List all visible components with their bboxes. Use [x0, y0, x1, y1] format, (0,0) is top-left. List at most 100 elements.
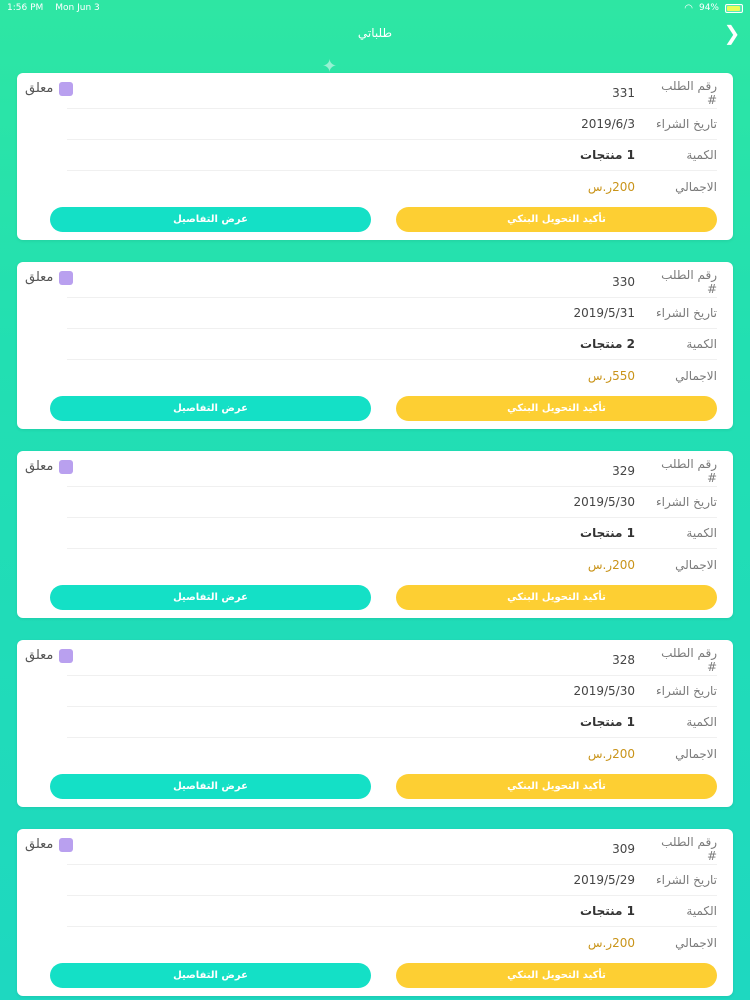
- purchase-date-value: 2019/5/31: [573, 306, 635, 320]
- order-card: رقم الطلب # 328 تاريخ الشراء 2019/5/30 ا…: [17, 640, 733, 807]
- order-number-label: رقم الطلب #: [661, 457, 717, 485]
- view-details-button[interactable]: عرض التفاصيل: [50, 963, 371, 988]
- status-bar: 1:56 PM Mon Jun 3 ◠ 94%: [0, 0, 750, 16]
- status-square-icon: [59, 81, 74, 96]
- purchase-date-row: تاريخ الشراء 2019/5/30: [67, 487, 717, 518]
- total-value: 200ر.س: [587, 935, 635, 950]
- quantity-value: 1 منتجات: [580, 904, 635, 918]
- quantity-label: الكمية: [686, 904, 717, 918]
- total-value: 200ر.س: [587, 746, 635, 761]
- purchase-date-label: تاريخ الشراء: [656, 495, 717, 509]
- order-card: رقم الطلب # 329 تاريخ الشراء 2019/5/30 ا…: [17, 451, 733, 618]
- purchase-date-value: 2019/5/30: [573, 684, 635, 698]
- total-label: الاجمالي: [675, 368, 717, 383]
- status-text: معلق: [25, 648, 54, 663]
- total-row: الاجمالي 200ر.س: [67, 738, 717, 769]
- total-row: الاجمالي 200ر.س: [67, 927, 717, 958]
- status-text: معلق: [25, 459, 54, 474]
- order-number-value: 328: [612, 653, 635, 667]
- status-square-icon: [59, 459, 74, 474]
- order-number-label: رقم الطلب #: [661, 268, 717, 296]
- status-badge: معلق: [25, 81, 74, 96]
- purchase-date-value: 2019/5/30: [573, 495, 635, 509]
- total-row: الاجمالي 200ر.س: [67, 171, 717, 202]
- total-value: 550ر.س: [587, 368, 635, 383]
- quantity-row: الكمية 1 منتجات: [67, 896, 717, 927]
- order-number-value: 331: [612, 86, 635, 100]
- purchase-date-row: تاريخ الشراء 2019/5/30: [67, 676, 717, 707]
- order-card: رقم الطلب # 331 تاريخ الشراء 2019/6/3 ال…: [17, 73, 733, 240]
- back-button[interactable]: ❯: [722, 21, 742, 45]
- total-row: الاجمالي 200ر.س: [67, 549, 717, 580]
- order-number-value: 309: [612, 842, 635, 856]
- view-details-button[interactable]: عرض التفاصيل: [50, 585, 371, 610]
- status-badge: معلق: [25, 270, 74, 285]
- purchase-date-row: تاريخ الشراء 2019/5/29: [67, 865, 717, 896]
- quantity-label: الكمية: [686, 148, 717, 162]
- order-number-value: 330: [612, 275, 635, 289]
- quantity-row: الكمية 2 منتجات: [67, 329, 717, 360]
- status-square-icon: [59, 270, 74, 285]
- battery-percent: 94%: [698, 3, 719, 13]
- total-label: الاجمالي: [675, 179, 717, 194]
- order-number-label: رقم الطلب #: [661, 835, 717, 863]
- order-number-row: رقم الطلب # 331: [67, 78, 717, 109]
- status-time: 1:56 PM: [7, 3, 44, 13]
- order-number-value: 329: [612, 464, 635, 478]
- quantity-value: 1 منتجات: [580, 148, 635, 162]
- confirm-bank-transfer-button[interactable]: تأكيد التحويل البنكي: [396, 396, 717, 421]
- order-card: رقم الطلب # 330 تاريخ الشراء 2019/5/31 ا…: [17, 262, 733, 429]
- order-number-row: رقم الطلب # 328: [67, 645, 717, 676]
- quantity-row: الكمية 1 منتجات: [67, 707, 717, 738]
- status-square-icon: [59, 837, 74, 852]
- purchase-date-label: تاريخ الشراء: [656, 684, 717, 698]
- order-number-row: رقم الطلب # 330: [67, 267, 717, 298]
- battery-icon: [725, 3, 743, 13]
- confirm-bank-transfer-button[interactable]: تأكيد التحويل البنكي: [396, 207, 717, 232]
- purchase-date-value: 2019/5/29: [573, 873, 635, 887]
- total-value: 200ر.س: [587, 557, 635, 572]
- status-text: معلق: [25, 81, 54, 96]
- status-badge: معلق: [25, 648, 74, 663]
- purchase-date-label: تاريخ الشراء: [656, 117, 717, 131]
- status-date: Mon Jun 3: [55, 3, 100, 13]
- confirm-bank-transfer-button[interactable]: تأكيد التحويل البنكي: [396, 585, 717, 610]
- confirm-bank-transfer-button[interactable]: تأكيد التحويل البنكي: [396, 774, 717, 799]
- quantity-value: 2 منتجات: [580, 337, 635, 351]
- order-number-row: رقم الطلب # 329: [67, 456, 717, 487]
- quantity-row: الكمية 1 منتجات: [67, 518, 717, 549]
- status-text: معلق: [25, 270, 54, 285]
- quantity-label: الكمية: [686, 526, 717, 540]
- quantity-label: الكمية: [686, 715, 717, 729]
- view-details-button[interactable]: عرض التفاصيل: [50, 774, 371, 799]
- total-label: الاجمالي: [675, 557, 717, 572]
- chevron-right-icon: ❯: [723, 21, 741, 45]
- purchase-date-row: تاريخ الشراء 2019/6/3: [67, 109, 717, 140]
- total-row: الاجمالي 550ر.س: [67, 360, 717, 391]
- purchase-date-label: تاريخ الشراء: [656, 873, 717, 887]
- quantity-row: الكمية 1 منتجات: [67, 140, 717, 171]
- quantity-value: 1 منتجات: [580, 715, 635, 729]
- total-label: الاجمالي: [675, 935, 717, 950]
- view-details-button[interactable]: عرض التفاصيل: [50, 396, 371, 421]
- total-value: 200ر.س: [587, 179, 635, 194]
- status-badge: معلق: [25, 459, 74, 474]
- orders-list: رقم الطلب # 331 تاريخ الشراء 2019/6/3 ال…: [17, 73, 733, 1000]
- status-badge: معلق: [25, 837, 74, 852]
- status-text: معلق: [25, 837, 54, 852]
- quantity-label: الكمية: [686, 337, 717, 351]
- order-number-label: رقم الطلب #: [661, 646, 717, 674]
- quantity-value: 1 منتجات: [580, 526, 635, 540]
- order-card: رقم الطلب # 309 تاريخ الشراء 2019/5/29 ا…: [17, 829, 733, 996]
- wifi-icon: ◠: [684, 2, 693, 14]
- view-details-button[interactable]: عرض التفاصيل: [50, 207, 371, 232]
- purchase-date-label: تاريخ الشراء: [656, 306, 717, 320]
- confirm-bank-transfer-button[interactable]: تأكيد التحويل البنكي: [396, 963, 717, 988]
- order-number-label: رقم الطلب #: [661, 79, 717, 107]
- page-title: طلباتي: [357, 26, 393, 40]
- order-number-row: رقم الطلب # 309: [67, 834, 717, 865]
- total-label: الاجمالي: [675, 746, 717, 761]
- purchase-date-value: 2019/6/3: [581, 117, 635, 131]
- purchase-date-row: تاريخ الشراء 2019/5/31: [67, 298, 717, 329]
- status-square-icon: [59, 648, 74, 663]
